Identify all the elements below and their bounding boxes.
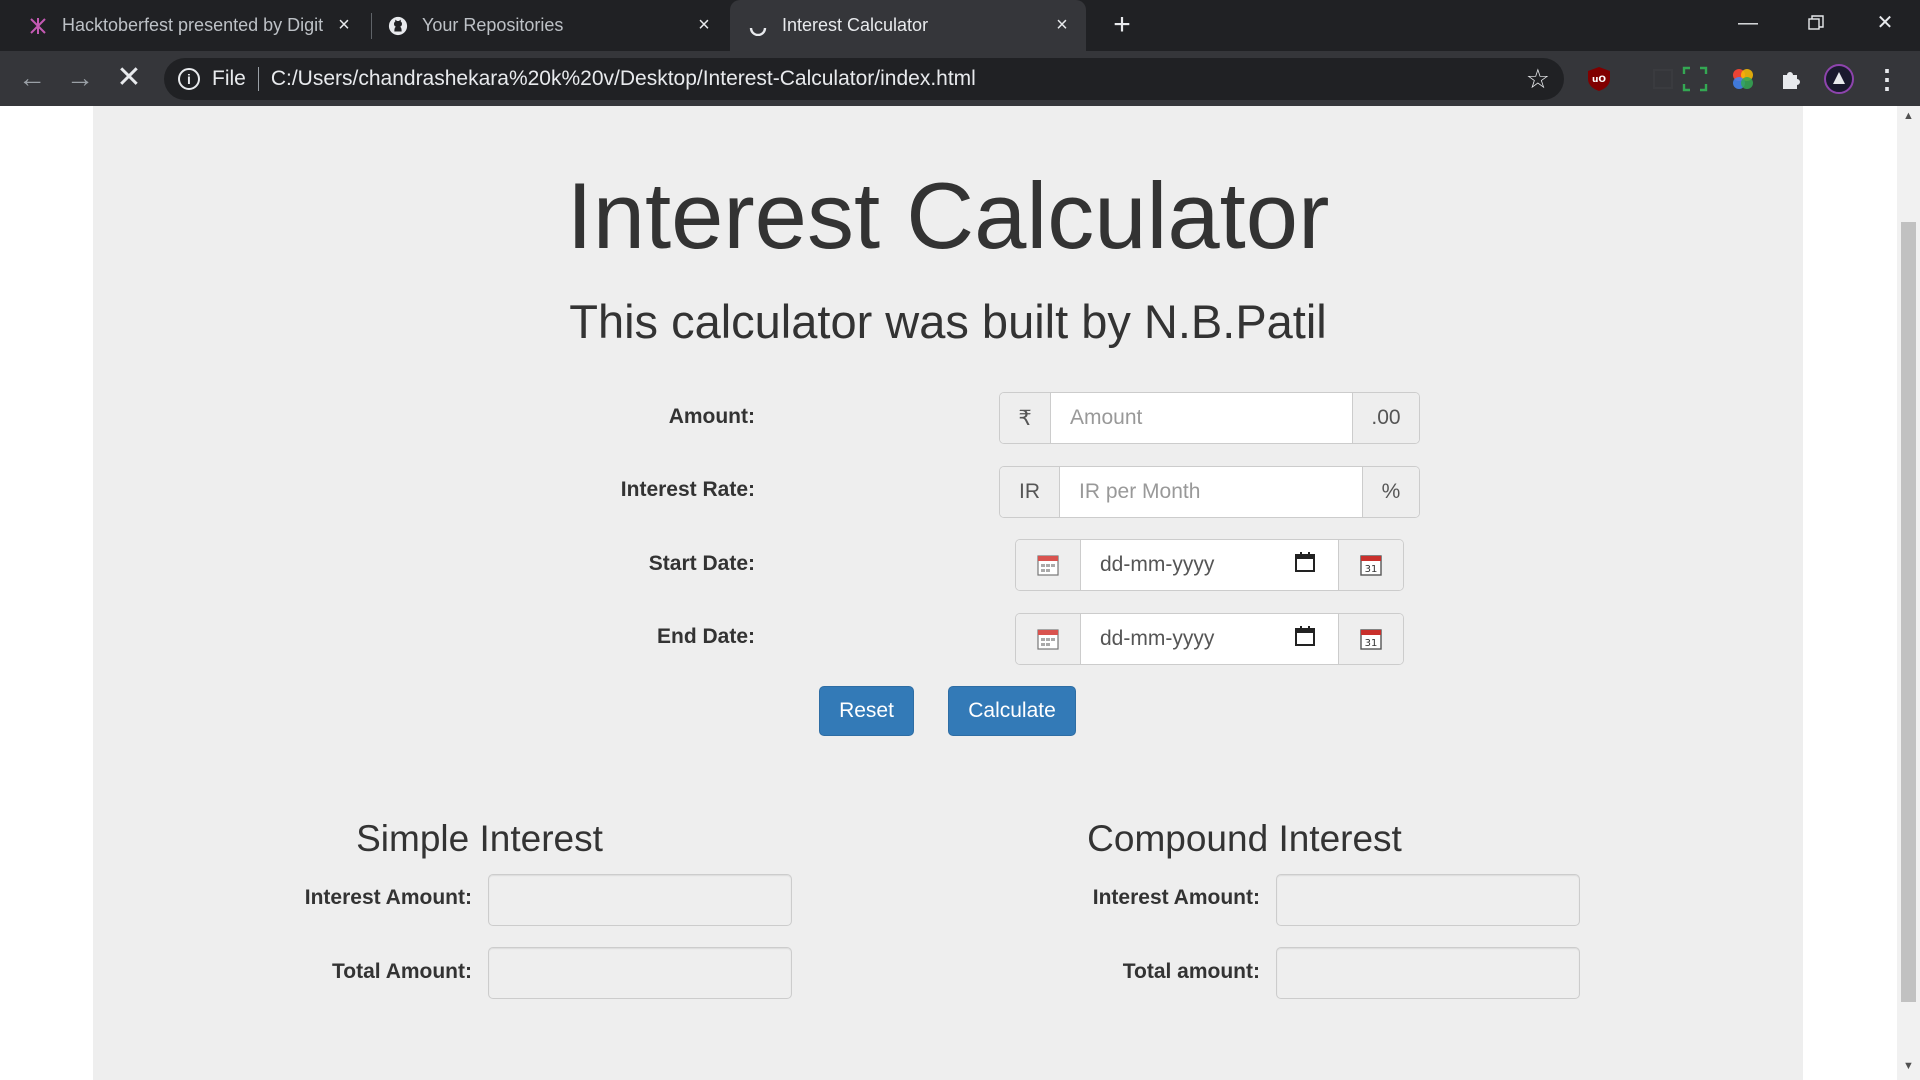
ir-prefix: IR [1000, 467, 1059, 517]
tab-title: Interest Calculator [782, 15, 929, 35]
amount-input[interactable] [1070, 406, 1352, 430]
amount-field-wrap [1050, 393, 1353, 443]
svg-text:uO: uO [1592, 75, 1606, 85]
tab-divider [371, 13, 372, 39]
calendar-icon[interactable] [1016, 614, 1080, 664]
tab-title: Your Repositories [422, 15, 564, 35]
simple-total-amount-label: Total Amount: [332, 960, 472, 983]
hacktoberfest-icon [28, 16, 48, 36]
address-bar[interactable]: i File C:/Users/chandrashekara%20k%20v/D… [164, 58, 1564, 100]
svg-text:31: 31 [1365, 564, 1378, 575]
restore-icon[interactable] [1793, 8, 1839, 38]
interest-rate-field-wrap [1059, 467, 1363, 517]
compound-interest-amount-label: Interest Amount: [1092, 886, 1260, 909]
amount-input-group: ₹ .00 [999, 392, 1420, 444]
rupee-icon: ₹ [1000, 393, 1050, 443]
new-tab-button[interactable]: + [1108, 10, 1136, 40]
screenshot-extension-icon[interactable] [1680, 64, 1710, 94]
close-tab-icon[interactable]: × [1052, 15, 1072, 35]
compound-total-amount-output [1276, 947, 1580, 999]
amount-label: Amount: [668, 405, 755, 428]
start-date-input-group: dd-mm-yyyy 31 [1015, 539, 1404, 591]
url-text[interactable]: C:/Users/chandrashekara%20k%20v/Desktop/… [271, 67, 976, 91]
tab-title: Hacktoberfest presented by Digit [62, 15, 324, 35]
loading-spinner-icon [748, 16, 768, 36]
menu-kebab-icon[interactable]: ⋮ [1872, 64, 1902, 94]
calculate-button[interactable]: Calculate [948, 686, 1076, 736]
tab-hacktoberfest[interactable]: Hacktoberfest presented by Digit × [28, 0, 368, 51]
simple-interest-amount-output [488, 874, 792, 926]
tab-your-repositories[interactable]: Your Repositories × [388, 0, 728, 51]
date-picker-icon[interactable] [1294, 551, 1316, 579]
start-date-value: dd-mm-yyyy [1100, 553, 1215, 576]
page-scrollbar[interactable]: ▲ ▼ [1897, 106, 1920, 1080]
reset-button[interactable]: Reset [819, 686, 914, 736]
ublock-origin-icon[interactable]: uO [1584, 64, 1614, 94]
end-date-input-group: dd-mm-yyyy 31 [1015, 613, 1404, 665]
color-picker-extension-icon[interactable] [1728, 64, 1758, 94]
calendar-31-icon[interactable]: 31 [1339, 614, 1403, 664]
extensions-puzzle-icon[interactable] [1776, 64, 1806, 94]
compound-interest-title: Compound Interest [1087, 818, 1402, 859]
compound-interest-amount-output [1276, 874, 1580, 926]
close-tab-icon[interactable]: × [334, 15, 354, 35]
simple-total-amount-output [488, 947, 792, 999]
interest-rate-label: Interest Rate: [620, 478, 755, 501]
start-date-input[interactable]: dd-mm-yyyy [1080, 540, 1339, 590]
end-date-value: dd-mm-yyyy [1100, 627, 1215, 650]
forward-arrow-icon[interactable]: → [64, 63, 96, 95]
interest-rate-input-group: IR % [999, 466, 1420, 518]
end-date-label: End Date: [656, 625, 755, 648]
simple-interest-title: Simple Interest [356, 818, 603, 859]
scroll-up-arrow-icon[interactable]: ▲ [1901, 110, 1916, 122]
minimize-icon[interactable]: — [1725, 8, 1771, 38]
close-tab-icon[interactable]: × [694, 15, 714, 35]
end-date-input[interactable]: dd-mm-yyyy [1080, 614, 1339, 664]
calendar-31-icon[interactable]: 31 [1339, 540, 1403, 590]
svg-text:31: 31 [1365, 638, 1378, 649]
window-close-icon[interactable]: ✕ [1862, 8, 1908, 38]
github-icon [388, 16, 408, 36]
simple-interest-amount-label: Interest Amount: [304, 886, 472, 909]
percent-suffix: % [1363, 467, 1419, 517]
back-arrow-icon[interactable]: ← [16, 63, 48, 95]
date-picker-icon[interactable] [1294, 625, 1316, 653]
scrollbar-thumb[interactable] [1901, 222, 1916, 1002]
extension-icon[interactable] [1648, 64, 1678, 94]
scheme-label: File [212, 67, 246, 90]
tab-strip: Hacktoberfest presented by Digit × Your … [0, 0, 1920, 51]
amount-decimal-suffix: .00 [1353, 393, 1419, 443]
page-subtitle: This calculator was built by N.B.Patil [569, 295, 1327, 348]
info-icon[interactable]: i [178, 68, 200, 90]
profile-avatar[interactable] [1824, 64, 1854, 94]
bookmark-star-icon[interactable]: ☆ [1526, 64, 1550, 95]
tab-interest-calculator[interactable]: Interest Calculator × [730, 0, 1086, 51]
page-title: Interest Calculator [566, 163, 1330, 268]
browser-toolbar: ← → ✕ i File C:/Users/chandrashekara%20k… [0, 51, 1920, 106]
stop-loading-icon[interactable]: ✕ [113, 63, 145, 95]
interest-rate-input[interactable] [1079, 480, 1362, 504]
page-viewport: Interest Calculator This calculator was … [0, 106, 1897, 1080]
calculator-container: Interest Calculator This calculator was … [93, 106, 1803, 1080]
compound-total-amount-label: Total amount: [1122, 960, 1260, 983]
start-date-label: Start Date: [648, 552, 755, 575]
address-divider [257, 67, 259, 91]
scroll-down-arrow-icon[interactable]: ▼ [1901, 1060, 1916, 1072]
calendar-icon[interactable] [1016, 540, 1080, 590]
